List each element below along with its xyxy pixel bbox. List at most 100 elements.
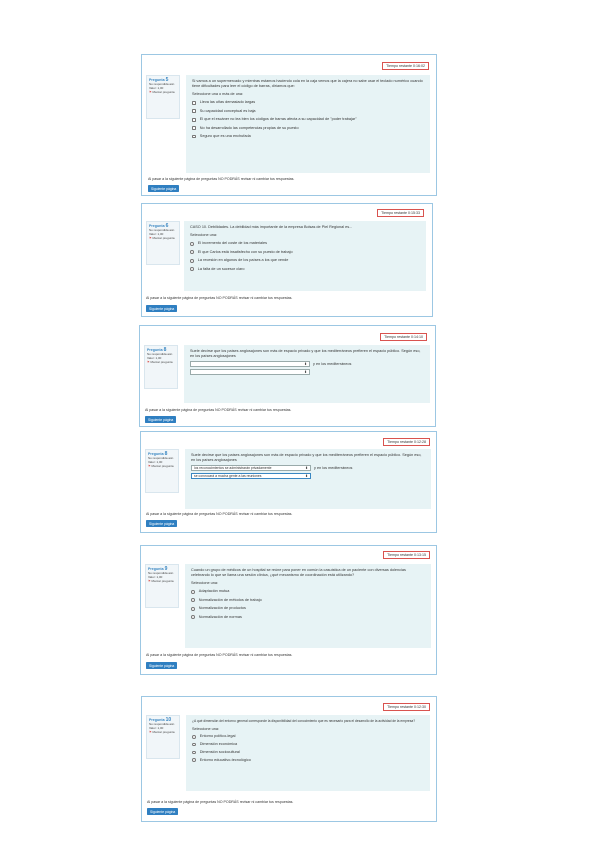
answer-option[interactable]: Lleva las uñas demasiado largas [192, 100, 424, 105]
question-text: Cuando un grupo de médicos de un hospita… [191, 568, 406, 577]
answer-option[interactable]: Normalización de métodos de trabajo [191, 598, 425, 603]
flag-icon: ⚑ [149, 90, 152, 94]
question-text: CASO 10. Debilidades. La debilidad más i… [190, 225, 353, 229]
question-content: ¿A qué dimensión del entorno general cor… [186, 715, 430, 791]
time-remaining: Tiempo restante 0:15:33 [377, 209, 424, 217]
flag-question[interactable]: ⚑ Marcar pregunta [149, 236, 177, 240]
answer-dropdown[interactable]: se convocará a mucha gente a las reunion… [191, 473, 311, 479]
radio[interactable] [190, 250, 194, 255]
flag-question[interactable]: ⚑ Marcar pregunta [149, 90, 177, 94]
select-instruction: Seleccione una o más de una: [192, 92, 244, 96]
navigation-warning: Al pasar a la siguiente página de pregun… [148, 177, 295, 181]
question-card-8: Tiempo restante 0:14:10 Pregunta 8 No re… [139, 325, 436, 427]
navigation-warning: Al pasar a la siguiente página de pregun… [147, 800, 294, 804]
question-info: Pregunta 10 No respondida aún Valor: 1,0… [146, 715, 180, 759]
answer-option[interactable]: El que el escáner no lea bien los código… [192, 117, 424, 122]
question-text: Suele decirse que los países anglosajone… [191, 453, 422, 462]
answer-dropdown[interactable]: los reconocimientos se administrarán pri… [191, 465, 311, 471]
answer-option[interactable]: Adaptación mutua [191, 589, 425, 594]
question-info: Pregunta 8 No respondida aún Valor: 1,00… [144, 345, 178, 389]
radio[interactable] [190, 241, 194, 246]
flag-icon: ⚑ [149, 236, 152, 240]
question-content: Cuando un grupo de médicos de un hospita… [185, 564, 431, 648]
question-content: Suele decirse que los países anglosajone… [184, 345, 430, 403]
checkbox[interactable] [192, 134, 196, 139]
flag-icon: ⚑ [148, 579, 151, 583]
question-info: Pregunta 5 No respondida aún Valor: 1,00… [146, 75, 180, 119]
answer-option[interactable]: Dimensión sociocultural [192, 750, 424, 755]
question-card-6: Tiempo restante 0:15:33 Pregunta 6 No re… [141, 203, 433, 317]
flag-question[interactable]: ⚑ Marcar pregunta [147, 360, 175, 364]
flag-icon: ⚑ [147, 360, 150, 364]
question-text: Suele decirse que los países anglosajone… [190, 349, 421, 358]
checkbox[interactable] [192, 100, 196, 105]
navigation-warning: Al pasar a la siguiente página de pregun… [146, 653, 293, 657]
question-card-5: Tiempo restante 0:16:02 Pregunta 5 No re… [141, 54, 437, 196]
select-instruction: Seleccione una: [191, 581, 219, 585]
radio[interactable] [192, 734, 196, 739]
chevron-updown-icon: ⬍ [304, 361, 307, 366]
radio[interactable] [192, 758, 196, 763]
answer-option[interactable]: Seguro que es una enchufada [192, 134, 424, 139]
answer-option[interactable]: Entorno educativo-tecnológico [192, 758, 424, 763]
answer-option[interactable]: La falta de un sucesor claro [190, 267, 420, 272]
time-remaining: Tiempo restante 0:14:10 [380, 333, 427, 341]
time-remaining: Tiempo restante 0:13:15 [383, 551, 430, 559]
question-info: Pregunta 6 No respondida aún Valor: 1,00… [146, 221, 180, 265]
flag-question[interactable]: ⚑ Marcar pregunta [148, 579, 176, 583]
question-card-10: Tiempo restante 0:12:30 Pregunta 10 No r… [141, 696, 437, 822]
answer-option[interactable]: La recesión en algunos de los países a l… [190, 258, 420, 263]
question-content: Si vamos a un supermercado y mientras es… [186, 75, 430, 173]
dropdown-suffix: y en los mediterráneos [313, 361, 352, 366]
question-card-8b: Tiempo restante 0:12:28 Pregunta 8 No re… [140, 431, 437, 533]
answer-option[interactable]: Dimensión económica [192, 742, 424, 747]
checkbox[interactable] [192, 117, 196, 122]
answer-option[interactable]: Normalización de productos [191, 606, 425, 611]
next-page-button[interactable]: Siguiente página [145, 416, 177, 423]
flag-icon: ⚑ [149, 730, 152, 734]
checkbox[interactable] [192, 126, 196, 130]
answer-option[interactable]: El que Carlos está insatisfecho con su p… [190, 250, 420, 255]
question-content: Suele decirse que los países anglosajone… [185, 449, 431, 509]
navigation-warning: Al pasar a la siguiente página de pregun… [146, 296, 293, 300]
next-page-button[interactable]: Siguiente página [148, 185, 180, 192]
flag-question[interactable]: ⚑ Marcar pregunta [148, 464, 176, 468]
next-page-button[interactable]: Siguiente página [146, 520, 178, 527]
chevron-updown-icon: ⬍ [305, 473, 308, 478]
question-text: ¿A qué dimensión del entorno general cor… [192, 719, 416, 723]
chevron-updown-icon: ⬍ [305, 465, 308, 470]
radio[interactable] [191, 589, 195, 594]
time-remaining: Tiempo restante 0:12:28 [383, 438, 430, 446]
radio[interactable] [190, 258, 194, 263]
time-remaining: Tiempo restante 0:16:02 [382, 62, 429, 70]
question-info: Pregunta 8 No respondida aún Valor: 1,00… [145, 449, 179, 493]
question-card-9: Tiempo restante 0:13:15 Pregunta 9 No re… [140, 545, 437, 675]
answer-dropdown[interactable]: ⬍ [190, 369, 310, 375]
radio[interactable] [191, 606, 195, 611]
radio[interactable] [191, 615, 195, 619]
next-page-button[interactable]: Siguiente página [146, 305, 178, 312]
question-info: Pregunta 9 No respondida aún Valor: 1,00… [145, 564, 179, 608]
navigation-warning: Al pasar a la siguiente página de pregun… [146, 512, 293, 516]
navigation-warning: Al pasar a la siguiente página de pregun… [145, 408, 292, 412]
time-remaining: Tiempo restante 0:12:30 [383, 703, 430, 711]
radio[interactable] [192, 750, 196, 755]
flag-icon: ⚑ [148, 464, 151, 468]
question-content: CASO 10. Debilidades. La debilidad más i… [184, 221, 426, 291]
answer-dropdown[interactable]: ⬍ [190, 361, 310, 367]
select-instruction: Seleccione una: [192, 726, 220, 731]
flag-question[interactable]: ⚑ Marcar pregunta [149, 730, 177, 734]
answer-option[interactable]: Su capacidad conceptual es baja [192, 109, 424, 114]
answer-option[interactable]: Normalización de normas [191, 615, 425, 620]
chevron-updown-icon: ⬍ [304, 369, 307, 374]
next-page-button[interactable]: Siguiente página [146, 662, 178, 669]
next-page-button[interactable]: Siguiente página [147, 808, 179, 815]
answer-option[interactable]: Entorno político-legal [192, 734, 424, 739]
select-instruction: Seleccione una: [190, 233, 218, 237]
answer-option[interactable]: No ha desarrollado las competencias prop… [192, 126, 424, 131]
radio[interactable] [191, 598, 195, 603]
radio[interactable] [192, 742, 196, 747]
radio[interactable] [190, 267, 194, 271]
checkbox[interactable] [192, 109, 196, 114]
answer-option[interactable]: El incremento del coste de los materiale… [190, 241, 420, 246]
